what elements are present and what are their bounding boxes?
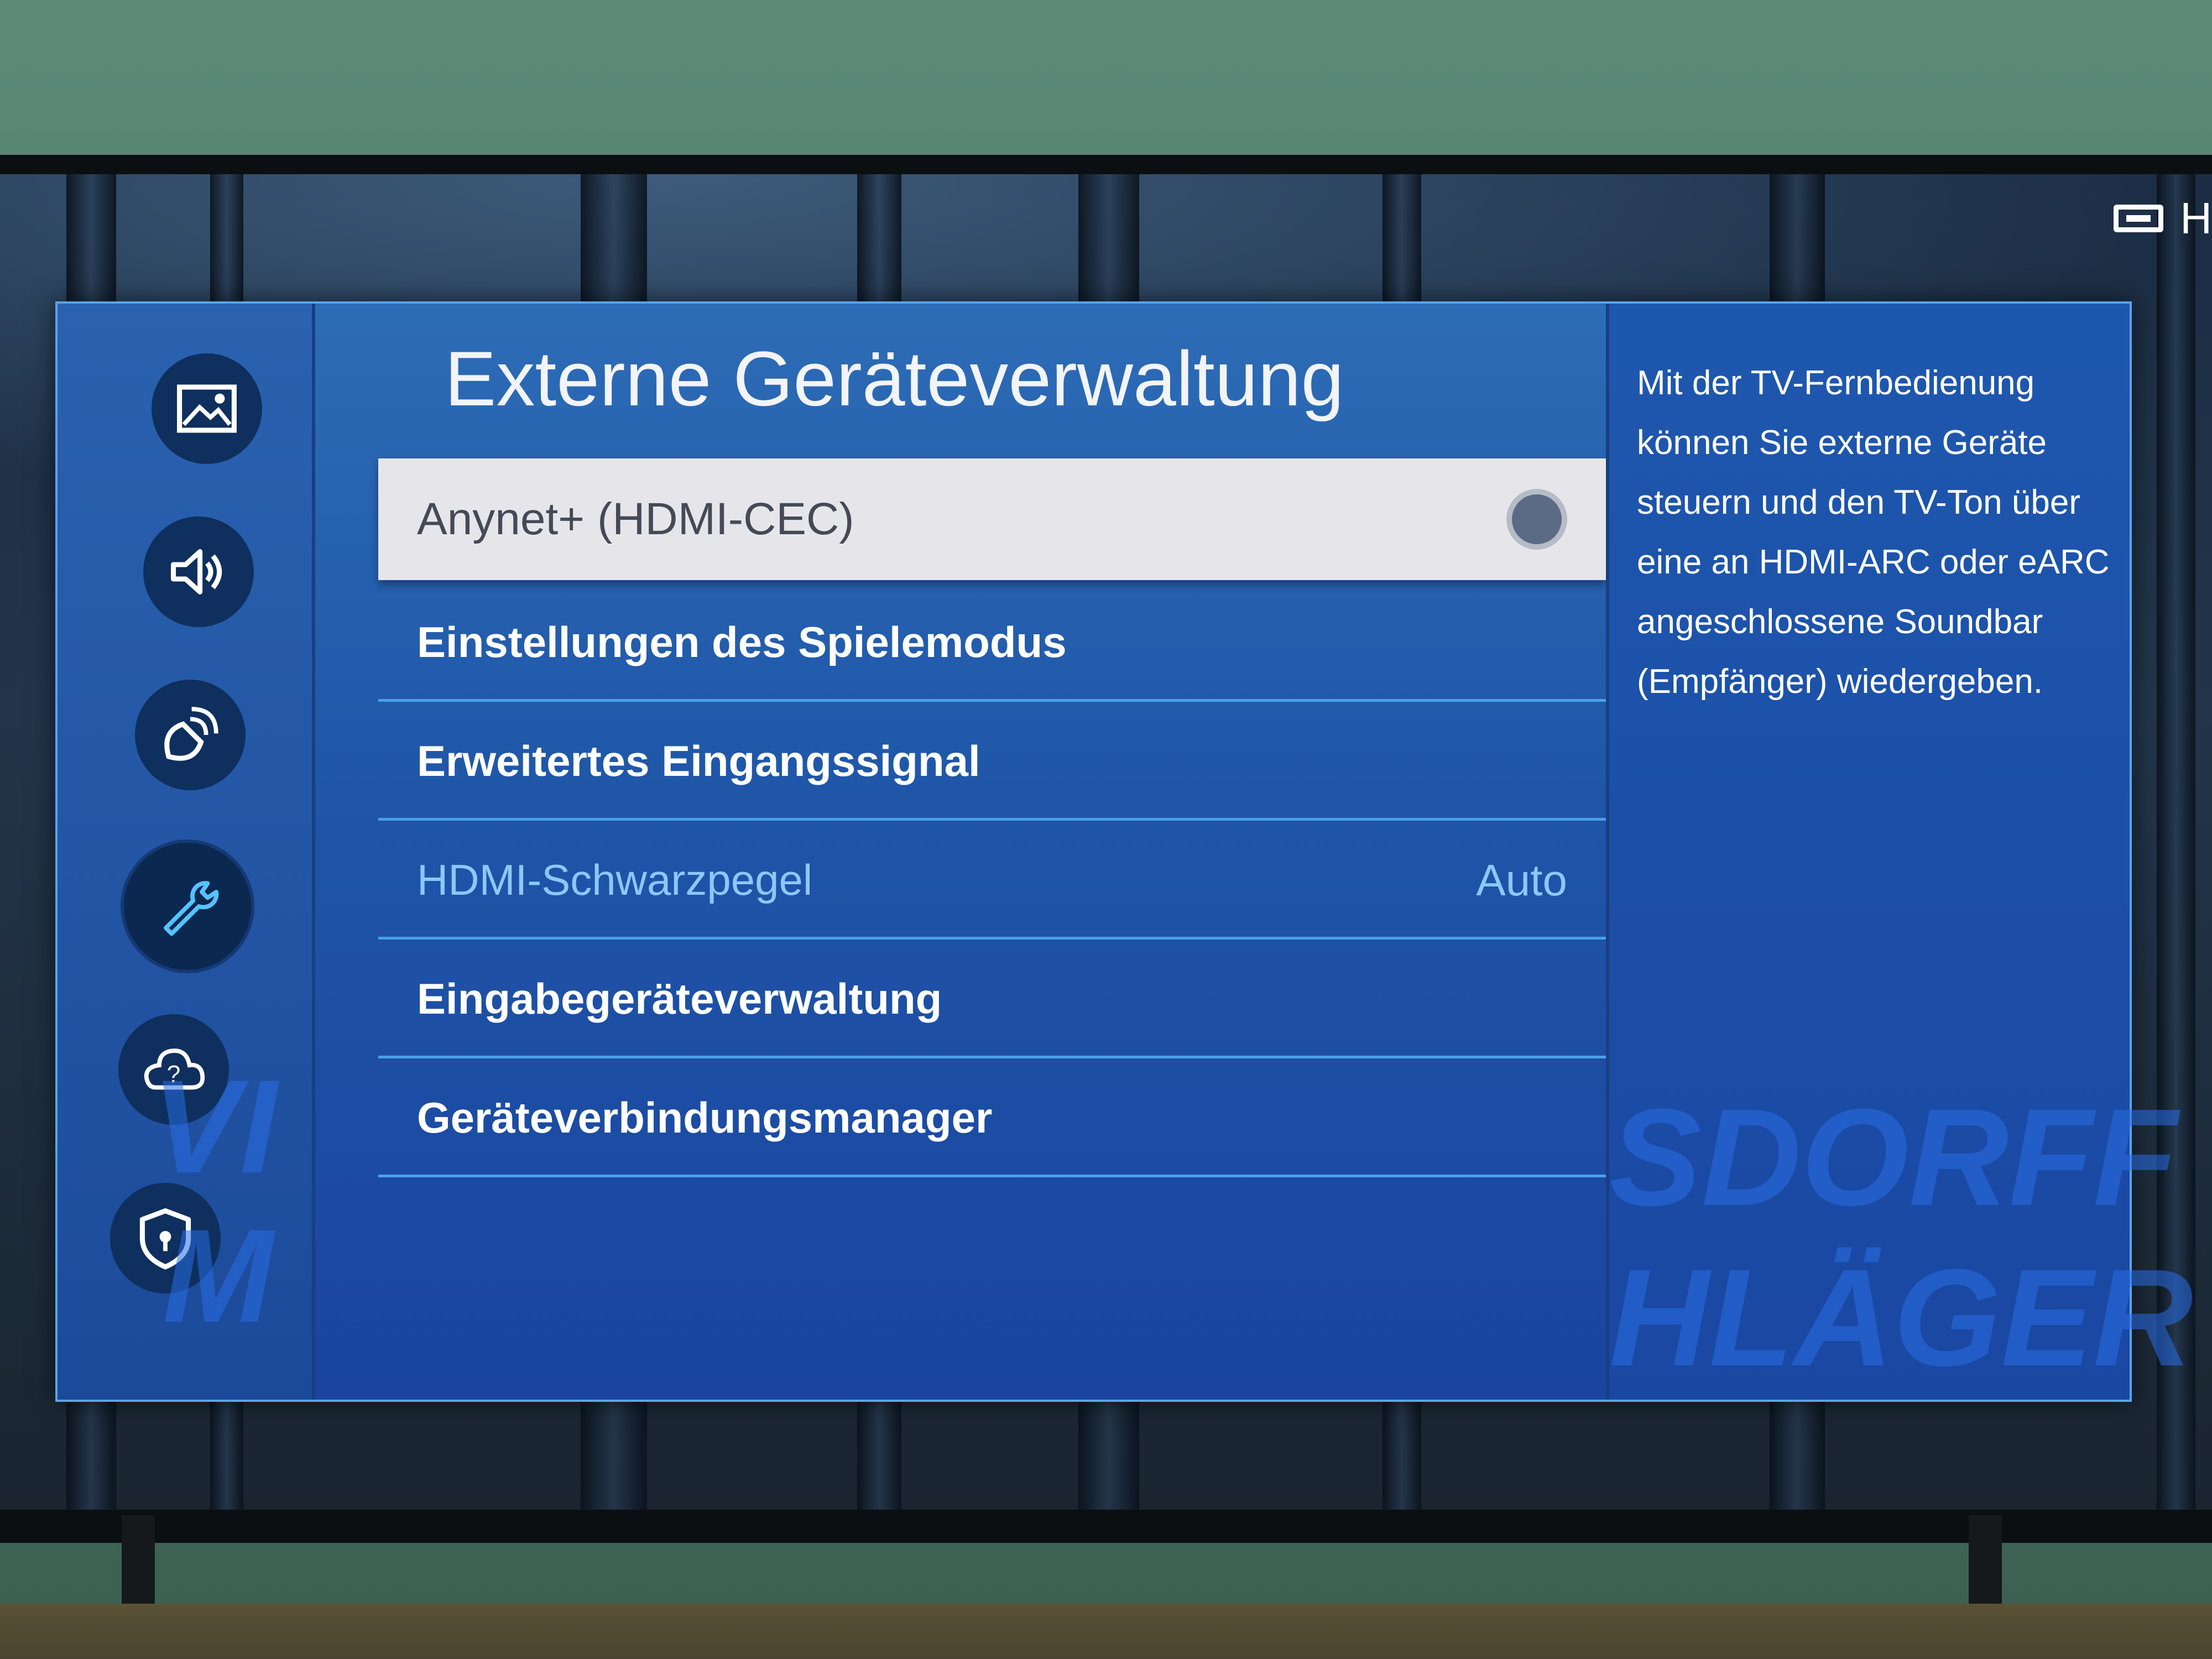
- menu-item-anynet[interactable]: Anynet+ (HDMI-CEC): [378, 458, 1606, 580]
- menu-item-enhanced-input-signal[interactable]: Erweitertes Eingangssignal: [378, 705, 1606, 821]
- background-text: VI: [152, 1052, 277, 1201]
- picture-icon: [177, 384, 237, 433]
- menu-item-device-connection-manager[interactable]: Geräteverbindungsmanager: [378, 1061, 1606, 1177]
- background-text: HLÄGER: [1609, 1240, 2193, 1395]
- broadcast-icon: [164, 707, 218, 761]
- menu-item-label: Eingabegeräteverwaltung: [417, 974, 942, 1023]
- menu-item-label: Geräteverbindungsmanager: [417, 1093, 993, 1142]
- menu-item-value: Auto: [1476, 855, 1567, 905]
- nav-item-picture[interactable]: [152, 353, 262, 464]
- input-source-indicator: H: [2114, 194, 2212, 243]
- hdmi-icon: [2114, 205, 2164, 232]
- menu-item-label: Erweitertes Eingangssignal: [417, 737, 980, 785]
- page-title: Externe Geräteverwaltung: [445, 335, 1344, 422]
- background-text: SDORFF: [1609, 1080, 2178, 1234]
- sound-icon: [170, 549, 222, 594]
- settings-menu: Externe Geräteverwaltung Anynet+ (HDMI-C…: [345, 304, 1634, 1400]
- menu-item-game-mode-settings[interactable]: Einstellungen des Spielemodus: [378, 586, 1606, 702]
- background-text: M: [163, 1202, 273, 1350]
- description-text: Mit der TV-Fernbedienung können Sie exte…: [1637, 364, 2110, 701]
- input-source-label: H: [2180, 194, 2212, 243]
- menu-item-label: HDMI-Schwarzpegel: [417, 855, 813, 904]
- settings-nav-rail: ? VI M: [58, 304, 315, 1400]
- description-pane: Mit der TV-Fernbedienung können Sie exte…: [1606, 304, 2193, 1400]
- menu-item-input-device-manager[interactable]: Eingabegeräteverwaltung: [378, 942, 1606, 1058]
- nav-item-general[interactable]: [124, 843, 251, 970]
- tv-shelf: [0, 1604, 2212, 1659]
- settings-panel: ? VI M Externe Geräteverwaltung Anynet+ …: [55, 301, 2193, 1402]
- nav-item-broadcast[interactable]: [135, 680, 246, 790]
- anynet-toggle[interactable]: [1506, 489, 1567, 550]
- menu-item-label: Anynet+ (HDMI-CEC): [417, 494, 854, 544]
- menu-item-label: Einstellungen des Spielemodus: [417, 618, 1067, 666]
- nav-item-sound[interactable]: [143, 517, 254, 627]
- menu-item-hdmi-black-level[interactable]: HDMI-Schwarzpegel Auto: [378, 823, 1606, 940]
- wrench-icon: [164, 881, 219, 936]
